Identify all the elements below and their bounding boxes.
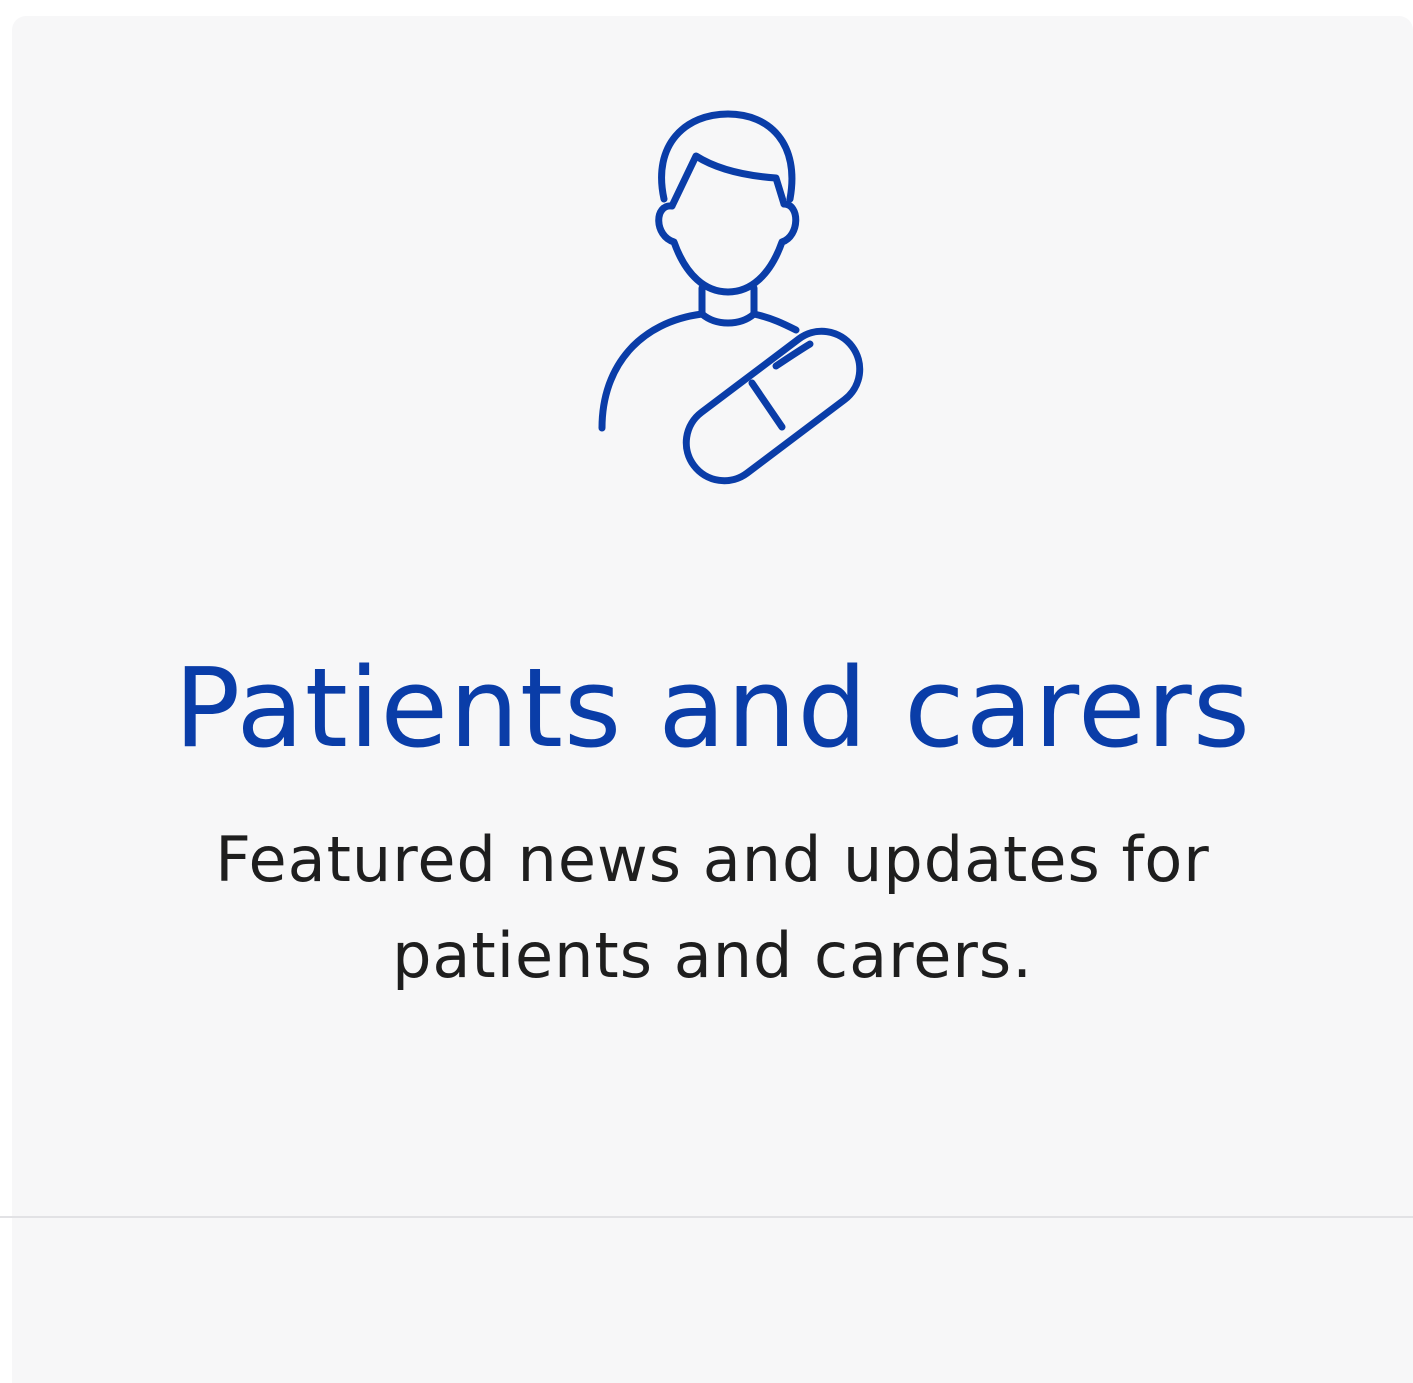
patient-with-pill-icon (578, 104, 868, 504)
patients-and-carers-card[interactable]: Patients and carers Featured news and up… (12, 16, 1413, 1383)
divider (0, 1216, 1413, 1218)
card-title[interactable]: Patients and carers (12, 638, 1413, 778)
card-description: Featured news and updates for patients a… (215, 823, 1210, 992)
